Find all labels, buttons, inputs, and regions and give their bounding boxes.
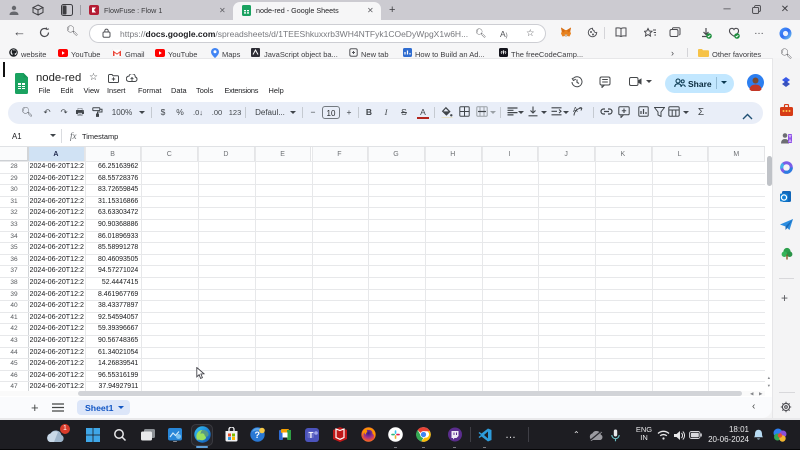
svg-text:T: T xyxy=(309,431,314,440)
svg-text:A: A xyxy=(573,107,578,114)
svg-text:?: ? xyxy=(255,430,261,440)
